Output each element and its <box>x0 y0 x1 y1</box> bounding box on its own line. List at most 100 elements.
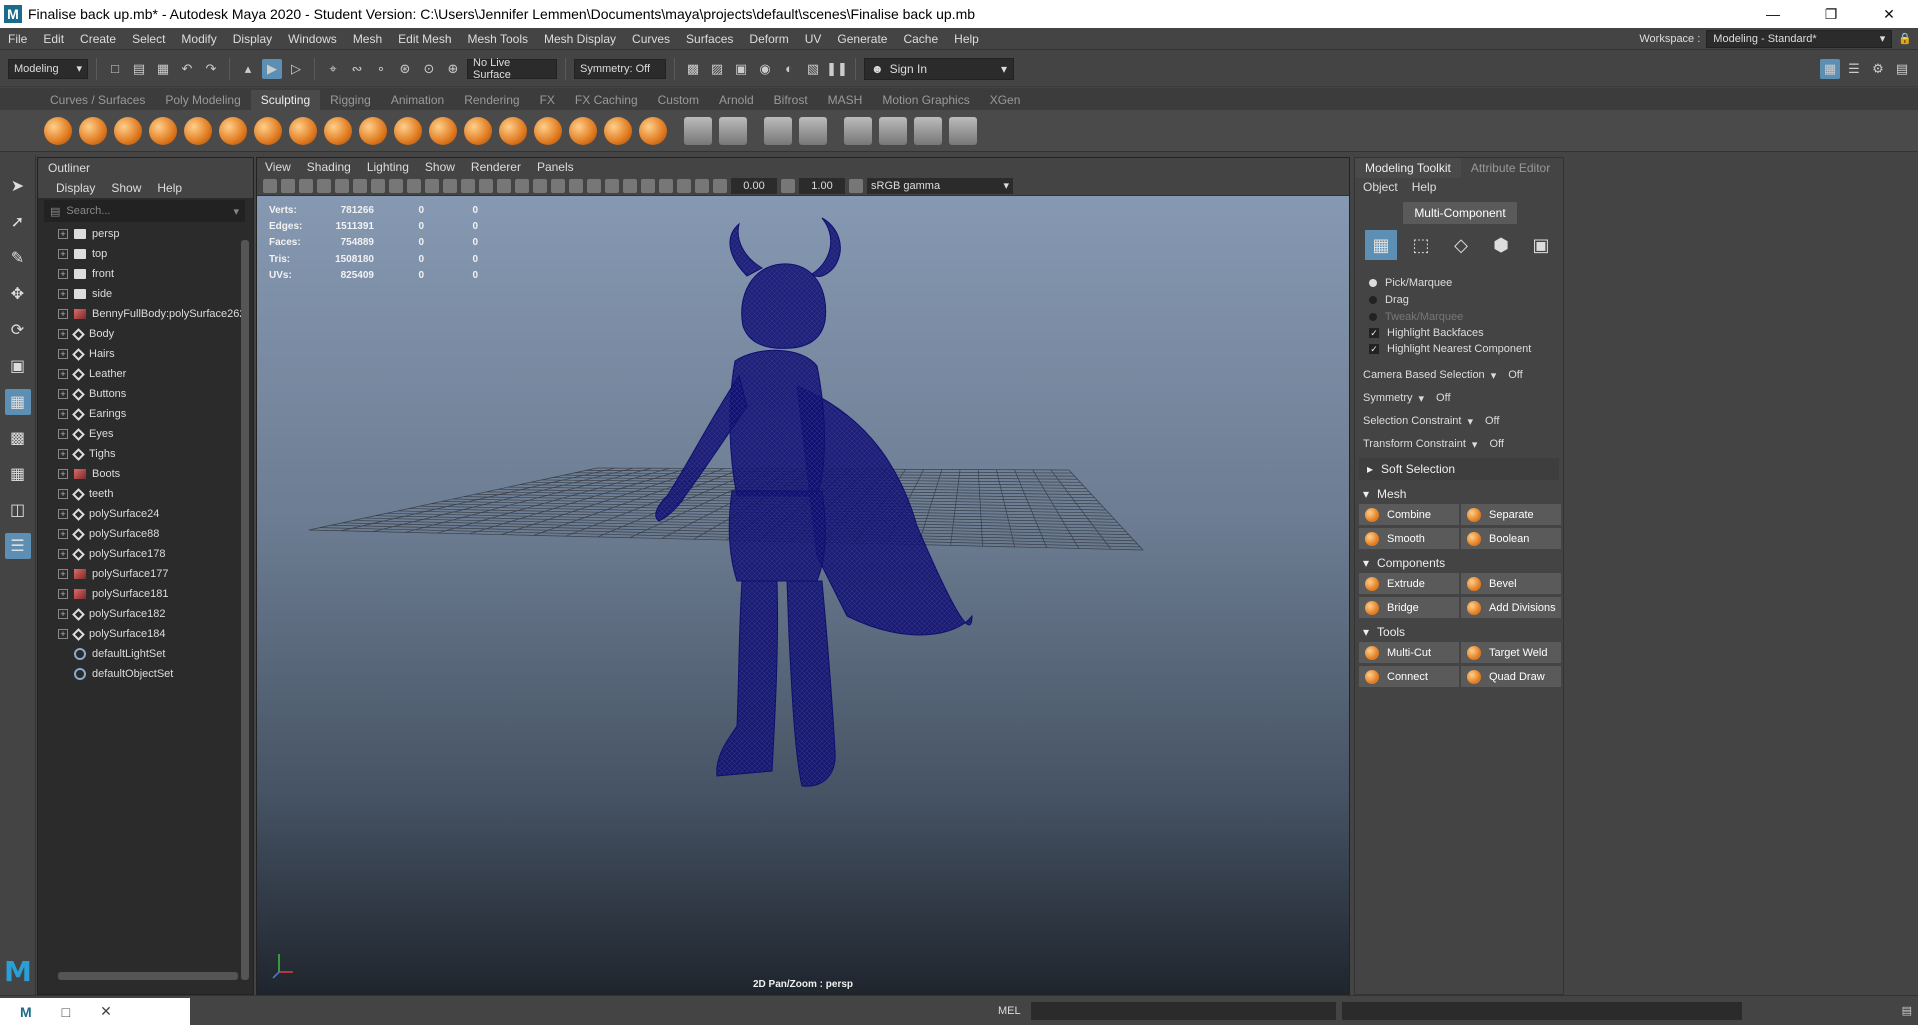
bulge-tool-icon[interactable] <box>569 116 597 145</box>
knife-tool-icon[interactable] <box>499 116 527 145</box>
last-tool-icon[interactable]: ▦ <box>4 389 31 415</box>
undo-icon[interactable]: ↶ <box>177 59 197 79</box>
menu-file[interactable]: File <box>0 32 35 46</box>
bridge-button[interactable]: Bridge <box>1359 597 1459 618</box>
persp-outliner-layout-icon[interactable]: ◫ <box>5 497 31 523</box>
viewport-menu-renderer[interactable]: Renderer <box>471 160 521 174</box>
outliner-layout-icon[interactable]: ☰ <box>4 533 31 559</box>
menu-mesh[interactable]: Mesh <box>345 32 390 46</box>
move-tool-icon[interactable]: ✥ <box>5 281 31 307</box>
convert-to-frozen-icon[interactable] <box>684 116 712 145</box>
render-settings-icon[interactable]: ◉ <box>755 59 775 79</box>
outliner-item[interactable]: + polySurface88 <box>58 524 253 544</box>
ipr-render-icon[interactable]: ▣ <box>731 59 751 79</box>
toolkit-menu-help[interactable]: Help <box>1412 180 1437 194</box>
lock-icon[interactable]: 🔒 <box>1898 32 1912 45</box>
menu-help[interactable]: Help <box>946 32 987 46</box>
grease-pencil-icon[interactable] <box>335 178 349 193</box>
outliner-item[interactable]: + side <box>58 284 253 304</box>
camera-bookmark-icon[interactable] <box>281 178 295 193</box>
menu-set-dropdown[interactable]: Modeling ▾ <box>8 58 88 79</box>
outliner-item[interactable]: + polySurface24 <box>58 504 253 524</box>
close-button[interactable]: ✕ <box>1860 0 1918 28</box>
shelf-tab-fx[interactable]: FX <box>530 90 565 110</box>
snap-curve-icon[interactable]: ∾ <box>347 59 367 79</box>
shelf-tab-mash[interactable]: MASH <box>818 90 873 110</box>
boolean-button[interactable]: Boolean <box>1461 528 1561 549</box>
select-object-icon[interactable]: ▶ <box>262 58 282 79</box>
expand-icon[interactable]: + <box>58 469 68 479</box>
menu-uv[interactable]: UV <box>797 32 830 46</box>
menu-edit[interactable]: Edit <box>35 32 72 46</box>
tools-section-header[interactable]: ▾ Tools <box>1355 622 1563 642</box>
channel-box-toggle-icon[interactable]: ▤ <box>1892 59 1912 79</box>
expand-icon[interactable]: + <box>58 229 68 239</box>
freeze-tool-icon[interactable] <box>639 116 667 145</box>
sculpt-layer-icon[interactable] <box>949 116 977 145</box>
textured-icon[interactable] <box>533 178 547 193</box>
outliner-item[interactable]: + top <box>58 244 253 264</box>
menu-mesh-tools[interactable]: Mesh Tools <box>460 32 536 46</box>
add-divisions-button[interactable]: Add Divisions <box>1461 597 1561 618</box>
components-section-header[interactable]: ▾ Components <box>1355 553 1563 573</box>
selection-constraint-row[interactable]: Selection Constraint ▾ Off <box>1355 410 1563 432</box>
shelf-tab-rendering[interactable]: Rendering <box>454 90 529 110</box>
mel-input[interactable] <box>1030 1001 1336 1020</box>
viewport-menu-view[interactable]: View <box>265 160 291 174</box>
expand-icon[interactable]: + <box>58 409 68 419</box>
safe-action-icon[interactable] <box>443 178 457 193</box>
sculpt-tool-icon[interactable] <box>44 116 72 145</box>
menu-generate[interactable]: Generate <box>829 32 895 46</box>
outliner-item[interactable]: + teeth <box>58 484 253 504</box>
minimize-button[interactable]: — <box>1744 0 1802 28</box>
shelf-tab-fx-caching[interactable]: FX Caching <box>565 90 648 110</box>
shelf-tab-motion-graphics[interactable]: Motion Graphics <box>872 90 979 110</box>
expand-icon[interactable]: + <box>58 549 68 559</box>
expand-icon[interactable]: + <box>58 349 68 359</box>
uv-mode-icon[interactable]: ▣ <box>1525 230 1557 260</box>
combine-button[interactable]: Combine <box>1359 504 1459 525</box>
expand-icon[interactable]: + <box>58 369 68 379</box>
symmetry-dropdown[interactable]: Symmetry: Off <box>574 58 666 79</box>
outliner-menu-show[interactable]: Show <box>111 181 141 195</box>
gamma-field[interactable]: 1.00 <box>799 177 845 194</box>
outliner-item[interactable]: + BennyFullBody:polySurface262 <box>58 304 253 324</box>
layers-icon[interactable] <box>914 116 942 145</box>
tool-settings-toggle-icon[interactable]: ⚙ <box>1868 59 1888 79</box>
restore-button[interactable]: ❐ <box>1802 0 1860 28</box>
single-perspective-layout-icon[interactable]: ▩ <box>5 425 31 451</box>
menu-edit-mesh[interactable]: Edit Mesh <box>390 32 459 46</box>
expand-icon[interactable]: + <box>58 249 68 259</box>
camera-based-selection-row[interactable]: Camera Based Selection ▾ Off <box>1355 364 1563 386</box>
live-surface-field[interactable]: No Live Surface <box>467 57 557 81</box>
two-d-pan-zoom-icon[interactable] <box>317 178 331 193</box>
symmetry-row[interactable]: Symmetry ▾ Off <box>1355 387 1563 409</box>
pinch-tool-icon[interactable] <box>184 116 212 145</box>
film-gate-icon[interactable] <box>371 178 385 193</box>
edge-mode-icon[interactable]: ◇ <box>1445 230 1477 260</box>
checkbox-highlight-nearest[interactable]: ✓ Highlight Nearest Component <box>1355 341 1563 357</box>
render-frame-icon[interactable]: ▩ <box>683 59 703 79</box>
separate-button[interactable]: Separate <box>1461 504 1561 525</box>
vertex-mode-icon[interactable]: ⬚ <box>1405 230 1437 260</box>
viewport-menu-show[interactable]: Show <box>425 160 455 174</box>
shelf-tab-animation[interactable]: Animation <box>381 90 454 110</box>
outliner-item[interactable]: + Body <box>58 324 253 344</box>
outliner-menu-help[interactable]: Help <box>157 181 182 195</box>
outliner-item[interactable]: + Leather <box>58 364 253 384</box>
outliner-item[interactable]: defaultLightSet <box>58 644 253 664</box>
checkbox-highlight-backfaces[interactable]: ✓ Highlight Backfaces <box>1355 325 1563 341</box>
shelf-tab-custom[interactable]: Custom <box>648 90 709 110</box>
outliner-item[interactable]: + Eyes <box>58 424 253 444</box>
ambient-occlusion-icon[interactable] <box>587 178 601 193</box>
viewport-menu-lighting[interactable]: Lighting <box>367 160 409 174</box>
menu-windows[interactable]: Windows <box>280 32 345 46</box>
select-hierarchy-icon[interactable]: ▴ <box>238 59 258 79</box>
target-weld-button[interactable]: Target Weld <box>1461 642 1561 663</box>
fill-tool-icon[interactable] <box>464 116 492 145</box>
expand-icon[interactable]: + <box>58 629 68 639</box>
restore-button[interactable]: □ <box>62 1004 70 1020</box>
view-transform-dropdown[interactable]: sRGB gamma ▾ <box>867 177 1013 194</box>
outliner-item[interactable]: + Buttons <box>58 384 253 404</box>
outliner-item[interactable]: + Earings <box>58 404 253 424</box>
